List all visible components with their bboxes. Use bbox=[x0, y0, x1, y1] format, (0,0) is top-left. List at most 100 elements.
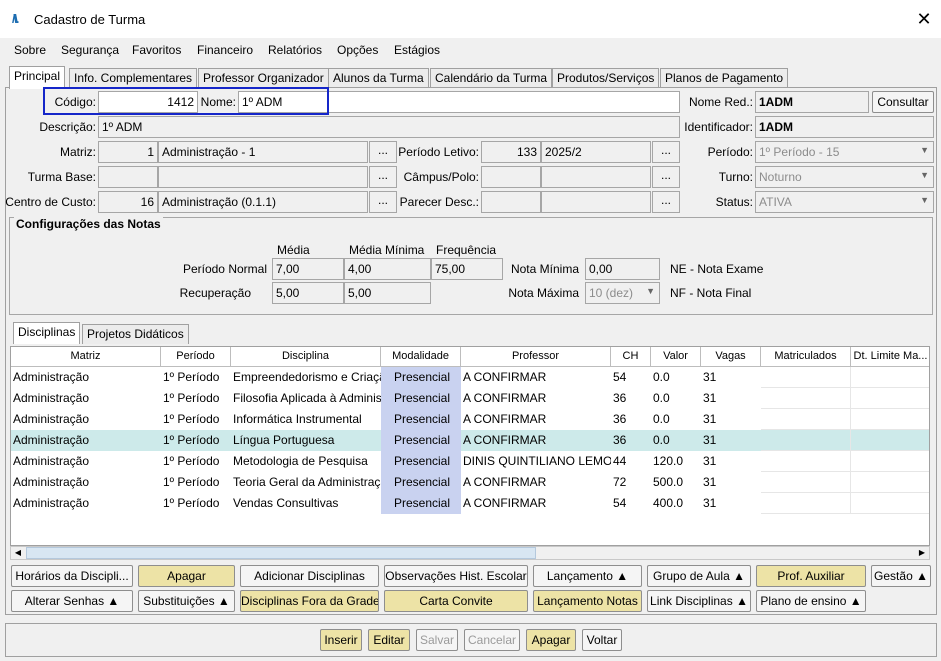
nota-minima-field[interactable]: 0,00 bbox=[585, 258, 660, 280]
rec-media-minima-field[interactable]: 5,00 bbox=[344, 282, 431, 304]
tab-professor-organizador[interactable]: Professor Organizador bbox=[198, 68, 329, 88]
cell-matriz: Administração bbox=[13, 370, 90, 384]
tab-calendario-turma[interactable]: Calendário da Turma bbox=[430, 68, 553, 88]
menu-favoritos[interactable]: Favoritos bbox=[132, 43, 181, 57]
voltar-button[interactable]: Voltar bbox=[582, 629, 622, 651]
cell-periodo: 1º Período bbox=[163, 370, 220, 384]
lancamento-notas-button[interactable]: Lançamento Notas bbox=[533, 590, 642, 612]
column-header-valor[interactable]: Valor bbox=[651, 347, 701, 367]
matriz-lookup-button[interactable]: ... bbox=[369, 141, 397, 163]
cell-disciplina: Empreendedorismo e Criação bbox=[233, 370, 381, 384]
tab-produtos-servicos[interactable]: Produtos/Serviços bbox=[552, 68, 660, 88]
descricao-field[interactable]: 1º ADM bbox=[98, 116, 680, 138]
turma-base-name-field[interactable] bbox=[158, 166, 368, 188]
plano-ensino-button[interactable]: Plano de ensino ▲ bbox=[756, 590, 866, 612]
periodo-letivo-field[interactable]: 2025/2 bbox=[541, 141, 651, 163]
matriz-code-field[interactable]: 1 bbox=[98, 141, 158, 163]
matriz-label: Matriz: bbox=[60, 145, 96, 159]
chevron-down-icon: ▼ bbox=[920, 195, 929, 205]
periodo-select[interactable]: 1º Período - 15 ▼ bbox=[755, 141, 934, 163]
cell-ch: 72 bbox=[613, 475, 627, 489]
column-header-periodo[interactable]: Período bbox=[161, 347, 231, 367]
media-minima-header: Média Mínima bbox=[349, 243, 425, 257]
pn-media-minima-field[interactable]: 4,00 bbox=[344, 258, 431, 280]
tab-alunos-turma[interactable]: Alunos da Turma bbox=[328, 68, 429, 88]
inserir-button[interactable]: Inserir bbox=[320, 629, 362, 651]
parecer-lookup-button[interactable]: ... bbox=[652, 191, 680, 213]
disciplinas-fora-grade-button[interactable]: Disciplinas Fora da Grade bbox=[240, 590, 379, 612]
identificador-field[interactable]: 1ADM bbox=[755, 116, 934, 138]
observacoes-hist-button[interactable]: Observações Hist. Escolar bbox=[384, 565, 528, 587]
column-header-matriculados[interactable]: Matriculados bbox=[761, 347, 851, 367]
gestao-button[interactable]: Gestão ▲ bbox=[871, 565, 931, 587]
campus-name-field[interactable] bbox=[541, 166, 651, 188]
pn-frequencia-field[interactable]: 75,00 bbox=[431, 258, 503, 280]
periodo-letivo-code-field[interactable]: 133 bbox=[481, 141, 541, 163]
consultar-button[interactable]: Consultar bbox=[872, 91, 934, 113]
nota-maxima-select[interactable]: 10 (dez) ▼ bbox=[585, 282, 660, 304]
centro-custo-code-field[interactable]: 16 bbox=[98, 191, 158, 213]
lancamento-button[interactable]: Lançamento ▲ bbox=[533, 565, 642, 587]
horarios-disciplina-button[interactable]: Horários da Discipli... bbox=[11, 565, 133, 587]
menu-estagios[interactable]: Estágios bbox=[394, 43, 440, 57]
cell-matriculados bbox=[761, 493, 851, 514]
prof-auxiliar-button[interactable]: Prof. Auxiliar bbox=[756, 565, 866, 587]
status-label: Status: bbox=[715, 195, 753, 209]
column-header-matriz[interactable]: Matriz bbox=[11, 347, 161, 367]
tab-principal[interactable]: Principal bbox=[9, 66, 66, 89]
tab-planos-pagamento[interactable]: Planos de Pagamento bbox=[660, 68, 789, 88]
turma-base-code-field[interactable] bbox=[98, 166, 158, 188]
pn-media-field[interactable]: 7,00 bbox=[272, 258, 344, 280]
periodo-letivo-lookup-button[interactable]: ... bbox=[652, 141, 680, 163]
column-header-ch[interactable]: CH bbox=[611, 347, 651, 367]
parecer-code-field[interactable] bbox=[481, 191, 541, 213]
column-header-professor[interactable]: Professor bbox=[461, 347, 611, 367]
alterar-senhas-button[interactable]: Alterar Senhas ▲ bbox=[11, 590, 133, 612]
editar-button[interactable]: Editar bbox=[368, 629, 410, 651]
campus-lookup-button[interactable]: ... bbox=[652, 166, 680, 188]
centro-custo-lookup-button[interactable]: ... bbox=[369, 191, 397, 213]
cell-professor: A CONFIRMAR bbox=[463, 475, 547, 489]
scroll-left-icon[interactable]: ◀ bbox=[11, 547, 25, 559]
adicionar-disciplinas-button[interactable]: Adicionar Disciplinas bbox=[240, 565, 379, 587]
subtab-disciplinas[interactable]: Disciplinas bbox=[13, 322, 81, 344]
scroll-thumb[interactable] bbox=[26, 547, 536, 559]
status-select[interactable]: ATIVA ▼ bbox=[755, 191, 934, 213]
menu-sobre[interactable]: Sobre bbox=[14, 43, 46, 57]
rec-media-field[interactable]: 5,00 bbox=[272, 282, 344, 304]
cell-dt-limite bbox=[851, 493, 929, 514]
apagar-disciplina-button[interactable]: Apagar bbox=[138, 565, 235, 587]
column-header-modalidade[interactable]: Modalidade bbox=[381, 347, 461, 367]
salvar-button[interactable]: Salvar bbox=[416, 629, 458, 651]
scroll-right-icon[interactable]: ▶ bbox=[915, 547, 929, 559]
campus-code-field[interactable] bbox=[481, 166, 541, 188]
column-header-dt-limite[interactable]: Dt. Limite Ma... bbox=[851, 347, 929, 367]
cancelar-button[interactable]: Cancelar bbox=[464, 629, 520, 651]
menu-opcoes[interactable]: Opções bbox=[337, 43, 378, 57]
tab-info-complementares[interactable]: Info. Complementares bbox=[69, 68, 198, 88]
cell-ch: 54 bbox=[613, 496, 627, 510]
subtab-projetos-didaticos[interactable]: Projetos Didáticos bbox=[82, 324, 189, 344]
turno-select[interactable]: Noturno ▼ bbox=[755, 166, 934, 188]
menu-relatorios[interactable]: Relatórios bbox=[268, 43, 322, 57]
cell-matriculados bbox=[761, 472, 851, 493]
turma-base-lookup-button[interactable]: ... bbox=[369, 166, 397, 188]
menu-seguranca[interactable]: Segurança bbox=[61, 43, 119, 57]
cell-disciplina: Informática Instrumental bbox=[233, 412, 362, 426]
cell-dt-limite bbox=[851, 451, 929, 472]
app-logo-icon: /\\. bbox=[12, 12, 19, 26]
grupo-aula-button[interactable]: Grupo de Aula ▲ bbox=[647, 565, 751, 587]
centro-custo-name-field[interactable]: Administração (0.1.1) bbox=[158, 191, 368, 213]
close-icon[interactable]: ✕ bbox=[914, 8, 934, 30]
apagar-button[interactable]: Apagar bbox=[526, 629, 576, 651]
substituicoes-button[interactable]: Substituições ▲ bbox=[138, 590, 235, 612]
link-disciplinas-button[interactable]: Link Disciplinas ▲ bbox=[647, 590, 751, 612]
nome-red-field[interactable]: 1ADM bbox=[755, 91, 869, 113]
column-header-vagas[interactable]: Vagas bbox=[701, 347, 761, 367]
matriz-name-field[interactable]: Administração - 1 bbox=[158, 141, 368, 163]
menu-financeiro[interactable]: Financeiro bbox=[197, 43, 253, 57]
carta-convite-button[interactable]: Carta Convite bbox=[384, 590, 528, 612]
parecer-name-field[interactable] bbox=[541, 191, 651, 213]
horizontal-scrollbar[interactable]: ◀ ▶ bbox=[10, 546, 930, 560]
column-header-disciplina[interactable]: Disciplina bbox=[231, 347, 381, 367]
